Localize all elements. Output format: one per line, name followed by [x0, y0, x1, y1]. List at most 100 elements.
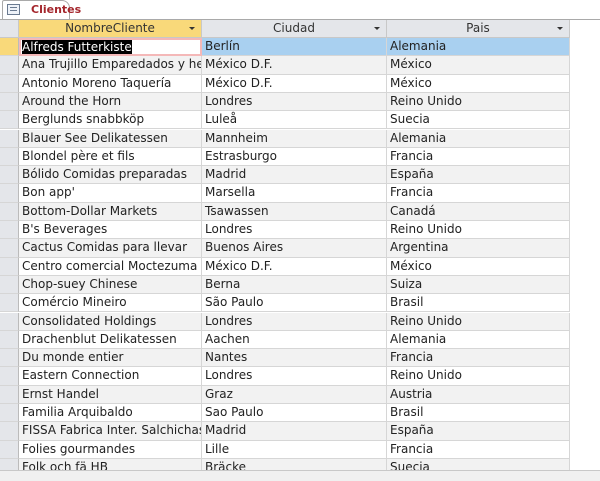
cell-pais[interactable]: México	[387, 74, 570, 93]
cell-nombrecliente[interactable]: Familia Arquibaldo	[19, 404, 202, 423]
record-selector[interactable]	[0, 129, 19, 148]
cell-ciudad[interactable]: Estrasburgo	[202, 147, 387, 167]
column-header-ciudad[interactable]: Ciudad	[202, 20, 387, 38]
cell-ciudad[interactable]: Londres	[202, 221, 387, 240]
table-row[interactable]: B's Beverages Londres Reino Unido	[0, 221, 570, 240]
cell-pais[interactable]: Reino Unido	[387, 367, 570, 386]
table-row[interactable]: Bottom-Dollar Markets Tsawassen Canadá	[0, 202, 570, 221]
record-selector[interactable]	[0, 275, 19, 295]
table-row[interactable]: Centro comercial Moctezuma México D.F. Méx…	[0, 257, 570, 276]
cell-pais[interactable]: Alemania	[387, 129, 570, 148]
cell-nombrecliente[interactable]: Blauer See Delikatessen	[19, 129, 202, 148]
cell-nombrecliente[interactable]: Cactus Comidas para llevar	[19, 239, 202, 258]
cell-ciudad[interactable]: Graz	[202, 385, 387, 404]
cell-nombrecliente[interactable]: Alfreds Futterkiste	[19, 38, 202, 57]
cell-nombrecliente[interactable]: Comércio Mineiro	[19, 294, 202, 313]
table-row[interactable]: Blondel père et fils Estrasburgo Francia	[0, 147, 570, 167]
record-selector[interactable]	[0, 422, 19, 441]
record-selector[interactable]	[0, 38, 19, 57]
record-selector[interactable]	[0, 92, 19, 112]
record-selector[interactable]	[0, 184, 19, 203]
cell-nombrecliente[interactable]: B's Beverages	[19, 221, 202, 240]
table-row[interactable]: Bólido Comidas preparadas Madrid España	[0, 166, 570, 185]
record-selector[interactable]	[0, 312, 19, 331]
cell-ciudad[interactable]: Mannheim	[202, 129, 387, 148]
record-selector[interactable]	[0, 221, 19, 240]
cell-ciudad[interactable]: Buenos Aires	[202, 239, 387, 258]
cell-ciudad[interactable]: México D.F.	[202, 257, 387, 276]
cell-nombrecliente[interactable]: Folies gourmandes	[19, 440, 202, 459]
record-selector[interactable]	[0, 202, 19, 221]
cell-nombrecliente[interactable]: Eastern Connection	[19, 367, 202, 386]
dropdown-arrow-icon[interactable]	[189, 27, 195, 30]
cell-ciudad[interactable]: Sao Paulo	[202, 404, 387, 423]
table-row[interactable]: Ana Trujillo Emparedados y helados México…	[0, 56, 570, 75]
cell-ciudad[interactable]: São Paulo	[202, 294, 387, 313]
table-row[interactable]: Comércio Mineiro São Paulo Brasil	[0, 294, 570, 313]
cell-pais[interactable]: Alemania	[387, 330, 570, 350]
cell-pais[interactable]: Brasil	[387, 404, 570, 423]
record-selector[interactable]	[0, 404, 19, 423]
cell-nombrecliente[interactable]: Ana Trujillo Emparedados y helados	[19, 56, 202, 75]
cell-nombrecliente[interactable]: Berglunds snabbköp	[19, 111, 202, 130]
dropdown-arrow-icon[interactable]	[557, 27, 563, 30]
cell-pais[interactable]: Austria	[387, 385, 570, 404]
cell-pais[interactable]: España	[387, 166, 570, 185]
table-row[interactable]: Ernst Handel Graz Austria	[0, 385, 570, 404]
cell-pais[interactable]: México	[387, 56, 570, 75]
table-row[interactable]: Folies gourmandes Lille Francia	[0, 440, 570, 459]
cell-ciudad[interactable]: Madrid	[202, 422, 387, 441]
record-selector[interactable]	[0, 74, 19, 93]
table-row[interactable]: Around the Horn Londres Reino Unido	[0, 92, 570, 112]
cell-nombrecliente[interactable]: Antonio Moreno Taquería	[19, 74, 202, 93]
record-selector[interactable]	[0, 440, 19, 459]
cell-ciudad[interactable]: Berna	[202, 275, 387, 295]
cell-ciudad[interactable]: Londres	[202, 92, 387, 112]
cell-ciudad[interactable]: Berlín	[202, 38, 387, 57]
cell-nombrecliente[interactable]: Bólido Comidas preparadas	[19, 166, 202, 185]
cell-ciudad[interactable]: Londres	[202, 312, 387, 331]
cell-pais[interactable]: Francia	[387, 440, 570, 459]
table-row[interactable]: Blauer See Delikatessen Mannheim Alemania	[0, 129, 570, 148]
cell-nombrecliente[interactable]: Bon app'	[19, 184, 202, 203]
table-row[interactable]: Bon app' Marsella Francia	[0, 184, 570, 203]
cell-nombrecliente[interactable]: Du monde entier	[19, 349, 202, 368]
tab-clientes[interactable]: Clientes	[2, 0, 81, 19]
dropdown-arrow-icon[interactable]	[374, 27, 380, 30]
cell-pais[interactable]: México	[387, 257, 570, 276]
cell-ciudad[interactable]: Aachen	[202, 330, 387, 350]
cell-ciudad[interactable]: México D.F.	[202, 56, 387, 75]
table-row[interactable]: Drachenblut Delikatessen Aachen Alemania	[0, 330, 570, 350]
cell-ciudad[interactable]: Marsella	[202, 184, 387, 203]
cell-nombrecliente[interactable]: Chop-suey Chinese	[19, 275, 202, 295]
column-header-pais[interactable]: Pais	[387, 20, 570, 38]
table-row[interactable]: Antonio Moreno Taquería México D.F. México	[0, 74, 570, 93]
table-row[interactable]: Du monde entier Nantes Francia	[0, 349, 570, 368]
cell-pais[interactable]: Alemania	[387, 38, 570, 57]
cell-pais[interactable]: Francia	[387, 184, 570, 203]
select-all-button[interactable]	[0, 20, 19, 38]
table-row[interactable]: Alfreds Futterkiste Berlín Alemania	[0, 38, 570, 57]
cell-nombrecliente[interactable]: Drachenblut Delikatessen	[19, 330, 202, 350]
record-selector[interactable]	[0, 56, 19, 75]
cell-nombrecliente[interactable]: Centro comercial Moctezuma	[19, 257, 202, 276]
cell-pais[interactable]: Francia	[387, 349, 570, 368]
record-selector[interactable]	[0, 239, 19, 258]
table-row[interactable]: Consolidated Holdings Londres Reino Unido	[0, 312, 570, 331]
cell-ciudad[interactable]: Lille	[202, 440, 387, 459]
cell-ciudad[interactable]: México D.F.	[202, 74, 387, 93]
table-row[interactable]: Berglunds snabbköp Luleå Suecia	[0, 111, 570, 130]
cell-pais[interactable]: Reino Unido	[387, 92, 570, 112]
cell-nombrecliente[interactable]: FISSA Fabrica Inter. Salchichas S.A.	[19, 422, 202, 441]
table-row[interactable]: Familia Arquibaldo Sao Paulo Brasil	[0, 404, 570, 423]
cell-pais[interactable]: Suiza	[387, 275, 570, 295]
cell-pais[interactable]: Reino Unido	[387, 221, 570, 240]
record-selector[interactable]	[0, 330, 19, 350]
record-selector[interactable]	[0, 166, 19, 185]
cell-nombrecliente[interactable]: Bottom-Dollar Markets	[19, 202, 202, 221]
cell-ciudad[interactable]: Luleå	[202, 111, 387, 130]
column-header-nombrecliente[interactable]: NombreCliente	[19, 20, 202, 38]
cell-pais[interactable]: Reino Unido	[387, 312, 570, 331]
cell-ciudad[interactable]: Londres	[202, 367, 387, 386]
record-selector[interactable]	[0, 111, 19, 130]
